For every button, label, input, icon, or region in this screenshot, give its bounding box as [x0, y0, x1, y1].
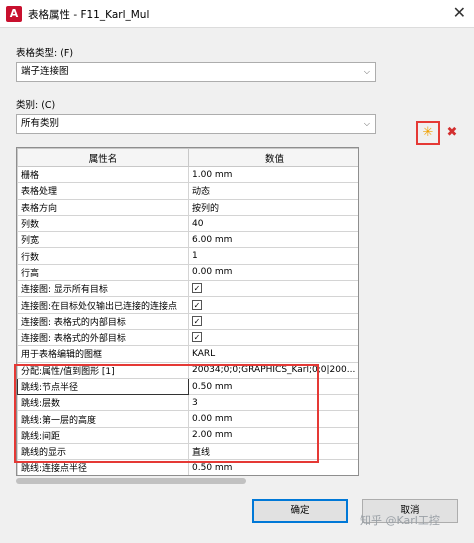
table-row[interactable]: 连接图: 表格式的外部目标 ✓	[17, 328, 358, 347]
delete-property-button[interactable]: ✖	[442, 123, 462, 143]
category-dropdown[interactable]: 所有类别 ⌵	[16, 114, 376, 134]
ok-button[interactable]: 确定	[252, 499, 348, 523]
table-row[interactable]: 连接图: 显示所有目标 ✓	[17, 280, 358, 298]
property-value-cell[interactable]: 1.00 mm	[188, 165, 358, 184]
jumper-settings-highlight	[14, 364, 319, 463]
category-label: 类别: (C)	[16, 100, 56, 111]
property-name-cell[interactable]: 连接图: 表格式的内部目标	[17, 312, 189, 330]
property-name-cell[interactable]: 列数	[17, 214, 189, 233]
property-value-cell[interactable]: ✓	[188, 280, 358, 298]
property-value-cell[interactable]: ✓	[188, 312, 358, 330]
grid-header-row: 属性名 数值	[17, 148, 358, 167]
property-value-cell[interactable]: 40	[188, 214, 358, 233]
property-name-cell[interactable]: 连接图:在目标处仅输出已连接的连接点	[17, 296, 189, 314]
property-value-cell[interactable]: KARL	[188, 345, 358, 363]
table-row[interactable]: 列宽 6.00 mm	[17, 231, 358, 249]
property-name-cell[interactable]: 列宽	[17, 231, 189, 249]
property-value-cell[interactable]: 按列的	[188, 198, 358, 216]
column-header-name: 属性名	[17, 148, 189, 167]
checkbox[interactable]: ✓	[192, 316, 202, 327]
table-row[interactable]: 行高 0.00 mm	[17, 263, 358, 282]
property-name-cell[interactable]: 连接图: 显示所有目标	[17, 280, 189, 298]
table-row[interactable]: 行数 1	[17, 247, 358, 265]
property-value-cell[interactable]: 0.00 mm	[188, 263, 358, 282]
property-value-cell[interactable]: 动态	[188, 182, 358, 200]
app-logo-icon: A	[6, 6, 22, 22]
property-name-cell[interactable]: 行高	[17, 263, 189, 282]
horizontal-scrollbar[interactable]	[16, 476, 359, 486]
property-value-cell[interactable]: 6.00 mm	[188, 231, 358, 249]
property-name-cell[interactable]: 行数	[17, 247, 189, 265]
chevron-down-icon: ⌵	[363, 67, 370, 76]
table-type-value: 端子连接图	[21, 66, 69, 77]
property-name-cell[interactable]: 连接图: 表格式的外部目标	[17, 328, 189, 347]
property-value-cell[interactable]: ✓	[188, 328, 358, 347]
watermark: 知乎 @Karl工控	[360, 514, 440, 527]
sparkle-new-icon: ✳	[422, 125, 434, 140]
property-value-cell[interactable]: ✓	[188, 296, 358, 314]
checkbox[interactable]: ✓	[192, 332, 202, 343]
chevron-down-icon: ⌵	[363, 119, 370, 128]
checkbox[interactable]: ✓	[192, 299, 202, 310]
table-row[interactable]: 表格处理 动态	[17, 182, 358, 200]
window-title: 表格属性 - F11_Karl_Mul	[28, 9, 150, 21]
table-type-label: 表格类型: (F)	[16, 48, 74, 59]
property-name-cell[interactable]: 用于表格编辑的图框	[17, 345, 189, 363]
table-type-dropdown[interactable]: 端子连接图 ⌵	[16, 62, 376, 82]
close-icon[interactable]: ✕	[453, 3, 466, 22]
table-row[interactable]: 表格方向 按列的	[17, 198, 358, 216]
new-property-button[interactable]: ✳	[418, 123, 438, 143]
table-row[interactable]: 栅格 1.00 mm	[17, 165, 358, 184]
property-name-cell[interactable]: 表格处理	[17, 182, 189, 200]
table-row[interactable]: 连接图: 表格式的内部目标 ✓	[17, 312, 358, 330]
table-row[interactable]: 连接图:在目标处仅输出已连接的连接点 ✓	[17, 296, 358, 314]
column-header-value: 数值	[188, 148, 358, 167]
category-value: 所有类别	[21, 118, 60, 129]
title-bar: A 表格属性 - F11_Karl_Mul ✕	[0, 0, 474, 28]
property-value-cell[interactable]: 1	[188, 247, 358, 265]
delete-x-icon: ✖	[446, 125, 458, 140]
table-row[interactable]: 列数 40	[17, 214, 358, 233]
property-name-cell[interactable]: 栅格	[17, 165, 189, 184]
table-row[interactable]: 用于表格编辑的图框 KARL	[17, 345, 358, 363]
scrollbar-thumb[interactable]	[16, 478, 246, 484]
checkbox[interactable]: ✓	[192, 283, 202, 294]
property-name-cell[interactable]: 表格方向	[17, 198, 189, 216]
